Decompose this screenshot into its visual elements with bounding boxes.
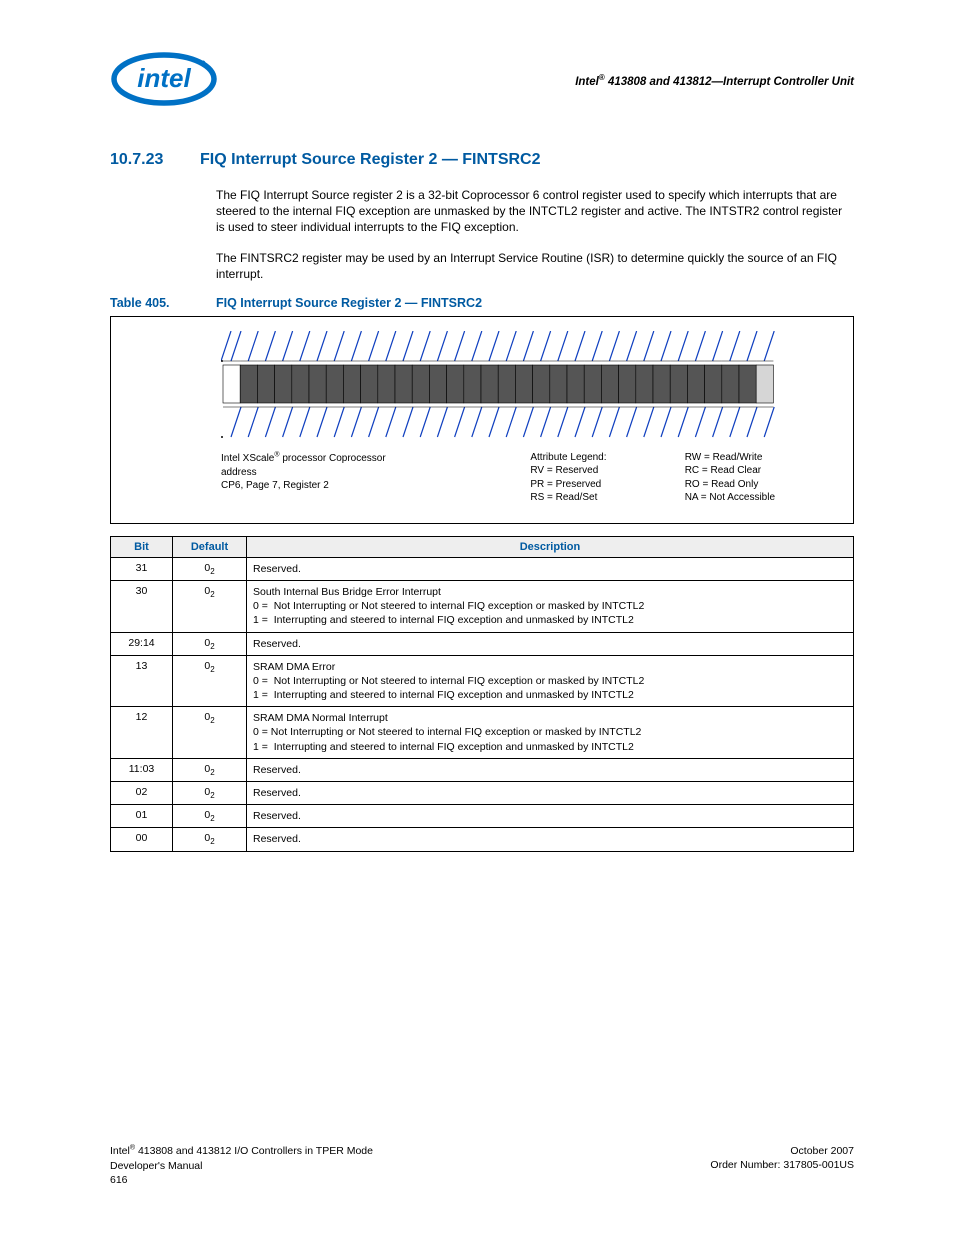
section-heading: 10.7.23FIQ Interrupt Source Register 2 —…: [110, 151, 854, 169]
cell-description: Reserved.: [247, 828, 854, 851]
table-row: 11:0302Reserved.: [111, 758, 854, 781]
footer-right: October 2007 Order Number: 317805-001US: [710, 1144, 854, 1187]
register-diagram-frame: (function(){ var ns="http://www.w3.org/2…: [110, 316, 854, 524]
cell-default: 02: [173, 581, 247, 633]
page-footer: Intel® 413808 and 413812 I/O Controllers…: [110, 1144, 854, 1187]
table-row: 0202Reserved.: [111, 782, 854, 805]
bit-description-table: Bit Default Description 3102Reserved.300…: [110, 536, 854, 852]
cell-default: 02: [173, 655, 247, 707]
cell-description: Reserved.: [247, 782, 854, 805]
table-row: 3102Reserved.: [111, 557, 854, 580]
table-caption: Table 405.FIQ Interrupt Source Register …: [110, 296, 854, 310]
cell-description: Reserved.: [247, 805, 854, 828]
footer-order-number: Order Number: 317805-001US: [710, 1159, 854, 1171]
table-row: 0002Reserved.: [111, 828, 854, 851]
legend-addr-line1: Intel XScale® processor Coprocessor: [221, 453, 386, 464]
cell-default: 02: [173, 632, 247, 655]
bit-field-diagram: (function(){ var ns="http://www.w3.org/2…: [221, 331, 839, 441]
cell-description: Reserved.: [247, 632, 854, 655]
body-paragraph-1: The FIQ Interrupt Source register 2 is a…: [216, 187, 854, 236]
footer-left: Intel® 413808 and 413812 I/O Controllers…: [110, 1144, 373, 1187]
intel-logo: intel R: [110, 50, 218, 111]
cell-description: SRAM DMA Error0 = Not Interrupting or No…: [247, 655, 854, 707]
document-running-title: Intel® 413808 and 413812—Interrupt Contr…: [575, 73, 854, 88]
section-title: FIQ Interrupt Source Register 2 — FINTSR…: [200, 151, 541, 168]
table-title: FIQ Interrupt Source Register 2 — FINTSR…: [216, 296, 482, 310]
col-header-default: Default: [173, 536, 247, 557]
cell-default: 02: [173, 557, 247, 580]
diagram-legend: Intel XScale® processor Coprocessor addr…: [125, 451, 839, 505]
cell-bit: 12: [111, 707, 173, 759]
footer-page-number: 616: [110, 1174, 128, 1186]
page-header: intel R Intel® 413808 and 413812—Interru…: [110, 50, 854, 111]
cell-bit: 11:03: [111, 758, 173, 781]
cell-default: 02: [173, 805, 247, 828]
cell-description: South Internal Bus Bridge Error Interrup…: [247, 581, 854, 633]
footer-manual: Developer's Manual: [110, 1160, 202, 1172]
cell-bit: 01: [111, 805, 173, 828]
table-label: Table 405.: [110, 296, 216, 310]
section-number: 10.7.23: [110, 151, 200, 169]
cell-bit: 30: [111, 581, 173, 633]
cell-default: 02: [173, 758, 247, 781]
cell-bit: 31: [111, 557, 173, 580]
cell-default: 02: [173, 828, 247, 851]
table-row: 29:1402Reserved.: [111, 632, 854, 655]
svg-text:intel: intel: [137, 63, 191, 93]
legend-address-col: Intel XScale® processor Coprocessor addr…: [221, 451, 530, 505]
cell-bit: 13: [111, 655, 173, 707]
cell-description: Reserved.: [247, 758, 854, 781]
body-paragraph-2: The FINTSRC2 register may be used by an …: [216, 250, 854, 282]
cell-bit: 29:14: [111, 632, 173, 655]
cell-default: 02: [173, 782, 247, 805]
footer-date: October 2007: [790, 1145, 854, 1157]
cell-default: 02: [173, 707, 247, 759]
col-header-bit: Bit: [111, 536, 173, 557]
table-row: 1302SRAM DMA Error0 = Not Interrupting o…: [111, 655, 854, 707]
cell-description: Reserved.: [247, 557, 854, 580]
legend-attr-col2: RW = Read/Write RC = Read Clear RO = Rea…: [685, 451, 839, 505]
table-row: 1202SRAM DMA Normal Interrupt0 = Not Int…: [111, 707, 854, 759]
cell-bit: 00: [111, 828, 173, 851]
cell-description: SRAM DMA Normal Interrupt0 = Not Interru…: [247, 707, 854, 759]
table-row: 3002South Internal Bus Bridge Error Inte…: [111, 581, 854, 633]
col-header-description: Description: [247, 536, 854, 557]
footer-product: Intel® 413808 and 413812 I/O Controllers…: [110, 1145, 373, 1157]
legend-addr-line3: CP6, Page 7, Register 2: [221, 480, 329, 491]
cell-bit: 02: [111, 782, 173, 805]
legend-attr-col1: Attribute Legend: RV = Reserved PR = Pre…: [530, 451, 684, 505]
table-row: 0102Reserved.: [111, 805, 854, 828]
legend-addr-line2: address: [221, 467, 257, 478]
table-header-row: Bit Default Description: [111, 536, 854, 557]
